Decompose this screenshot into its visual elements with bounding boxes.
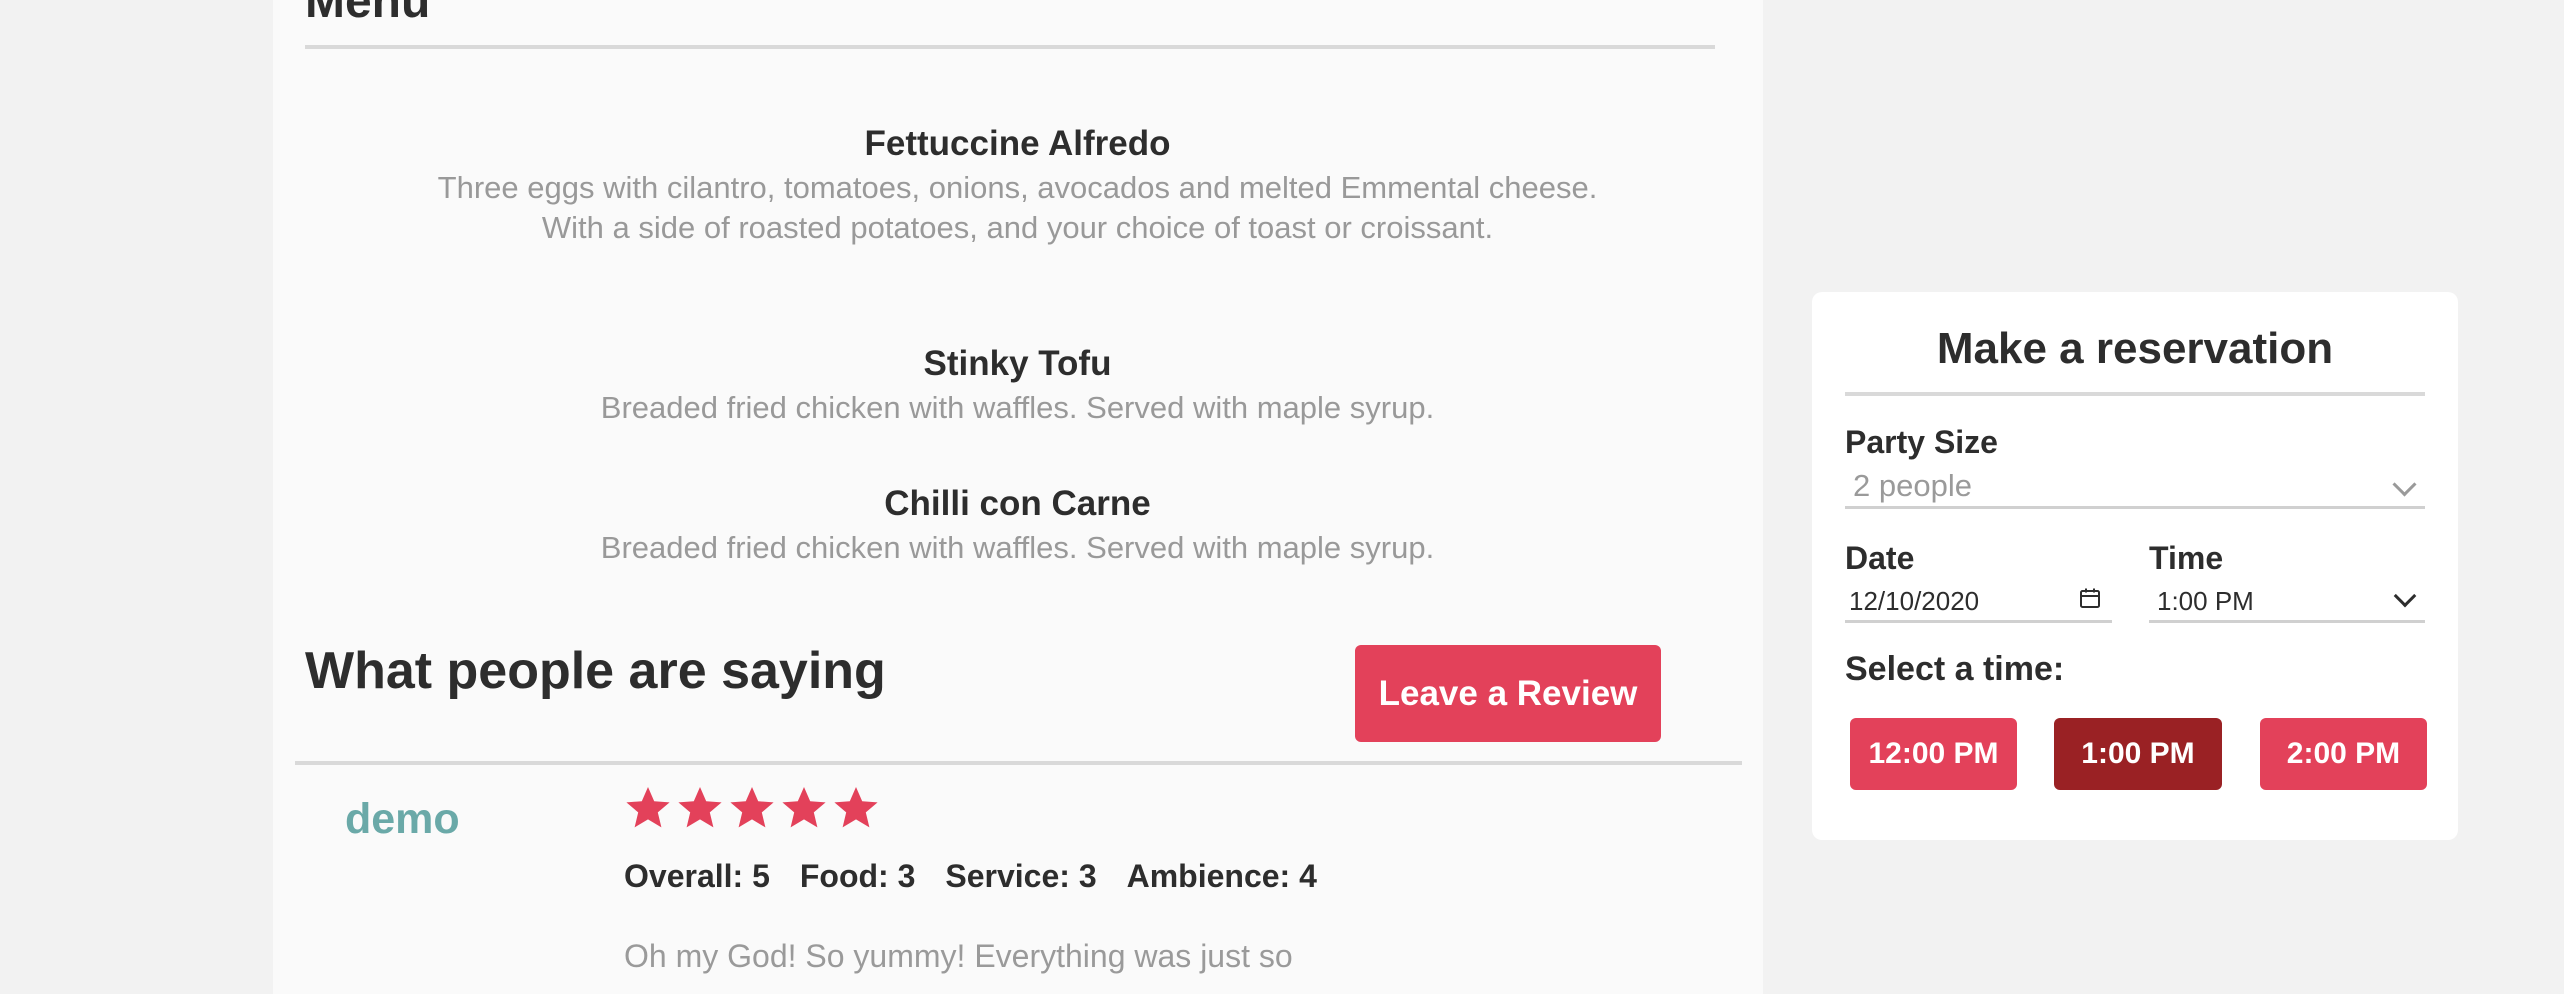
dish-name: Chilli con Carne xyxy=(884,484,1151,523)
dish-name: Fettuccine Alfredo xyxy=(864,124,1171,163)
date-label: Date xyxy=(1845,540,1915,576)
party-size-value: 2 people xyxy=(1853,468,1972,503)
food-score: Food: 3 xyxy=(799,858,916,894)
reservation-title: Make a reservation xyxy=(1936,324,2334,373)
menu-divider xyxy=(305,45,1715,49)
star-icon xyxy=(626,787,670,828)
time-select[interactable]: 1:00 PM xyxy=(2149,582,2425,623)
dish-name: Stinky Tofu xyxy=(923,344,1112,383)
star-icon xyxy=(782,787,826,828)
menu-item: Chilli con Carne Breaded fried chicken w… xyxy=(430,482,1605,568)
leave-review-button[interactable]: Leave a Review xyxy=(1355,645,1661,742)
select-time-label: Select a time: xyxy=(1845,650,2065,688)
star-icon xyxy=(834,787,878,828)
menu-item: Stinky Tofu Breaded fried chicken with w… xyxy=(430,342,1605,428)
reviewer-name[interactable]: demo xyxy=(345,795,460,844)
star-icon xyxy=(678,787,722,828)
party-size-label: Party Size xyxy=(1845,424,1998,460)
reservation-divider xyxy=(1845,392,2425,396)
time-slot-button[interactable]: 2:00 PM xyxy=(2260,718,2427,790)
dish-description: Three eggs with cilantro, tomatoes, onio… xyxy=(437,170,1598,245)
time-slot-button-selected[interactable]: 1:00 PM xyxy=(2054,718,2222,790)
service-score: Service: 3 xyxy=(945,858,1097,894)
time-label: Time xyxy=(2149,540,2224,576)
review-scores: Overall: 5 Food: 3 Service: 3 Ambience: … xyxy=(624,858,1317,895)
overall-score: Overall: 5 xyxy=(624,858,770,894)
time-value: 1:00 PM xyxy=(2157,586,2254,616)
party-size-select[interactable]: 2 people xyxy=(1845,468,2425,509)
dish-description: Breaded fried chicken with waffles. Serv… xyxy=(600,530,1435,565)
chevron-down-icon xyxy=(2393,584,2417,608)
ambience-score: Ambience: 4 xyxy=(1126,858,1317,894)
dish-description: Breaded fried chicken with waffles. Serv… xyxy=(600,390,1435,425)
date-input[interactable]: 12/10/2020 xyxy=(1845,582,2112,623)
calendar-icon[interactable] xyxy=(2078,586,2102,610)
reviews-heading: What people are saying xyxy=(305,642,886,700)
star-icon xyxy=(730,787,774,828)
review-text: Oh my God! So yummy! Everything was just… xyxy=(624,938,1293,974)
star-rating xyxy=(624,784,880,832)
menu-heading: Menu xyxy=(305,0,431,28)
date-value: 12/10/2020 xyxy=(1849,586,1980,616)
reviews-divider xyxy=(295,761,1742,765)
menu-item: Fettuccine Alfredo Three eggs with cilan… xyxy=(430,122,1605,248)
time-slot-button[interactable]: 12:00 PM xyxy=(1850,718,2017,790)
chevron-down-icon xyxy=(2392,472,2417,497)
